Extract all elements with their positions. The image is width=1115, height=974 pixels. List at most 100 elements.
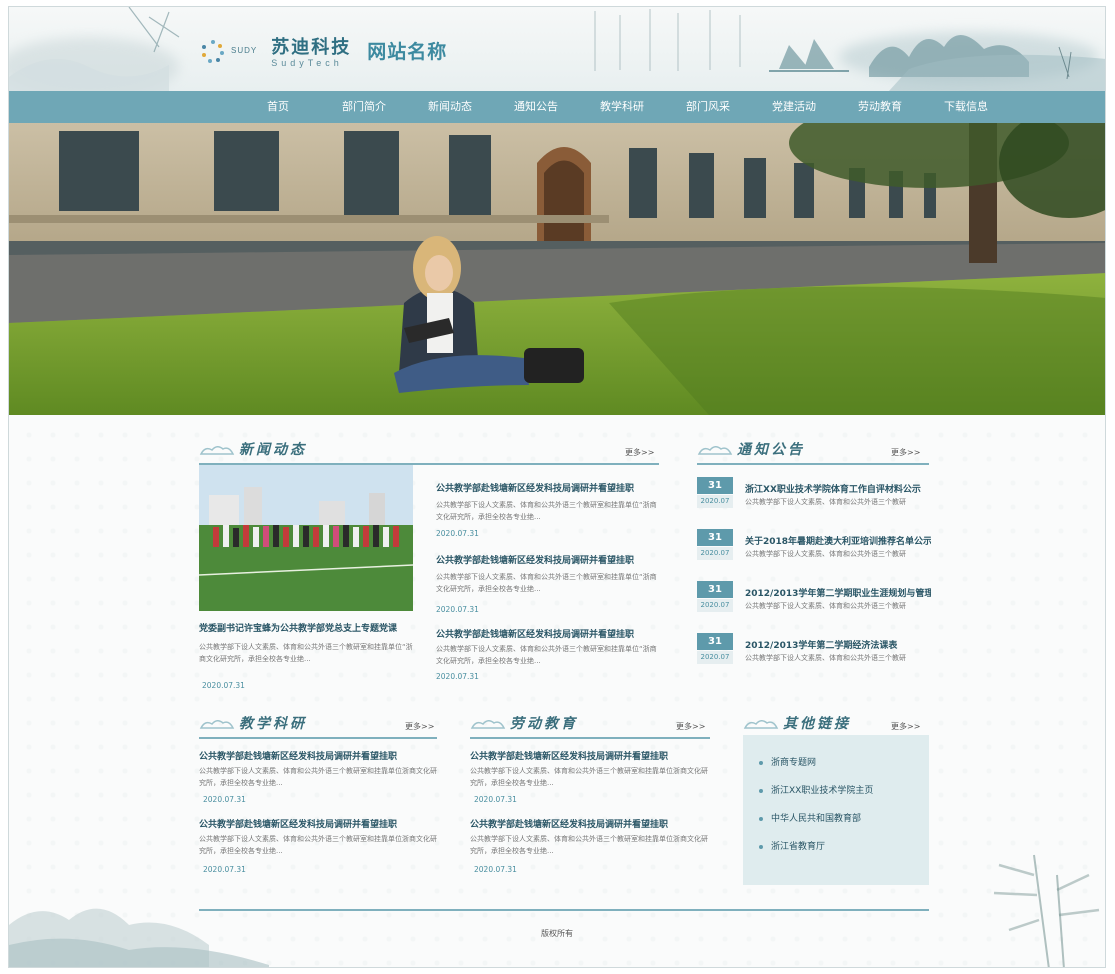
main-nav: 首页 部门简介 新闻动态 通知公告 教学科研 部门风采 党建活动 劳动教育 下载… bbox=[9, 91, 1105, 123]
teaching-item-date: 2020.07.31 bbox=[203, 795, 246, 804]
notice-item-desc: 公共教学部下设人文素质、体育和公共外语三个教研 bbox=[745, 602, 906, 610]
external-link[interactable]: 浙江省教育厅 bbox=[759, 833, 929, 861]
notice-month-label: 2020.07 bbox=[697, 547, 733, 560]
nav-item-labor[interactable]: 劳动教育 bbox=[837, 91, 923, 123]
site-logo[interactable]: SUDY 苏迪科技 SudyTech 网站名称 bbox=[199, 33, 447, 68]
news-item-title[interactable]: 公共教学部赴钱塘新区经发科技局调研并看望挂职 bbox=[436, 553, 658, 566]
teaching-item-desc: 公共教学部下设人文素质、体育和公共外语三个教研室和挂靠单位浙商文化研究所，承担全… bbox=[199, 835, 437, 855]
notice-month-label: 2020.07 bbox=[697, 651, 733, 664]
news-more-link[interactable]: 更多>> bbox=[625, 447, 654, 458]
external-link[interactable]: 浙商专题网 bbox=[759, 749, 929, 777]
news-lead-date: 2020.07.31 bbox=[202, 681, 245, 690]
banner-campus-image bbox=[9, 123, 1105, 415]
teaching-divider bbox=[199, 737, 437, 739]
labor-item-title[interactable]: 公共教学部赴钱塘新区经发科技局调研并看望挂职 bbox=[470, 817, 710, 830]
nav-item-download[interactable]: 下载信息 bbox=[923, 91, 1009, 123]
notice-divider bbox=[697, 463, 929, 465]
logo-cn-text: 苏迪科技 bbox=[271, 37, 352, 58]
news-item-date: 2020.07.31 bbox=[436, 605, 479, 614]
nav-item-about[interactable]: 部门简介 bbox=[321, 91, 407, 123]
content-area: 新闻动态 更多>> 党委副书记许宝蜂为公共教学部党总支上专题党课 公共教学部下设… bbox=[9, 415, 1105, 967]
news-item-desc: 公共教学部下设人文素质、体育和公共外语三个教研室和挂靠单位“浙商文化研究所，承担… bbox=[436, 573, 657, 593]
copyright-text: 版权所有 bbox=[541, 929, 573, 938]
labor-title-text: 劳动教育 bbox=[510, 716, 578, 732]
news-item-desc: 公共教学部下设人文素质、体育和公共外语三个教研室和挂靠单位“浙商文化研究所，承担… bbox=[436, 645, 657, 665]
logo-en-text: SudyTech bbox=[271, 58, 343, 68]
nav-item-party[interactable]: 党建活动 bbox=[751, 91, 837, 123]
header-ink-landscape bbox=[9, 7, 1105, 91]
teaching-item-title[interactable]: 公共教学部赴钱塘新区经发科技局调研并看望挂职 bbox=[199, 749, 439, 762]
notice-item-title[interactable]: 2012/2013学年第二学期职业生涯规划与管理 bbox=[745, 586, 931, 599]
teaching-more-link[interactable]: 更多>> bbox=[405, 721, 434, 732]
news-lead-title[interactable]: 党委副书记许宝蜂为公共教学部党总支上专题党课 bbox=[199, 621, 413, 634]
notice-month-label: 2020.07 bbox=[697, 495, 733, 508]
notice-day-badge: 31 bbox=[697, 581, 733, 598]
external-link-label: 浙商专题网 bbox=[771, 758, 817, 768]
notice-more-link[interactable]: 更多>> bbox=[891, 447, 920, 458]
footer-divider bbox=[199, 909, 929, 911]
news-item-title[interactable]: 公共教学部赴钱塘新区经发科技局调研并看望挂职 bbox=[436, 627, 658, 640]
news-item-date: 2020.07.31 bbox=[436, 672, 479, 681]
nav-item-gallery[interactable]: 部门风采 bbox=[665, 91, 751, 123]
bullet-icon bbox=[759, 789, 763, 793]
notice-month-label: 2020.07 bbox=[697, 599, 733, 612]
links-title-text: 其他链接 bbox=[783, 716, 851, 732]
site-header: SUDY 苏迪科技 SudyTech 网站名称 bbox=[9, 7, 1105, 91]
news-title-text: 新闻动态 bbox=[239, 442, 307, 458]
notice-item-title[interactable]: 关于2018年暑期赴澳大利亚培训推荐名单公示 bbox=[745, 534, 931, 547]
labor-item-date: 2020.07.31 bbox=[474, 795, 517, 804]
bullet-icon bbox=[759, 845, 763, 849]
bullet-icon bbox=[759, 761, 763, 765]
nav-item-news[interactable]: 新闻动态 bbox=[407, 91, 493, 123]
labor-item-desc: 公共教学部下设人文素质、体育和公共外语三个教研室和挂靠单位浙商文化研究所，承担全… bbox=[470, 835, 708, 855]
news-lead-image[interactable] bbox=[199, 465, 413, 611]
links-section-title: 其他链接 bbox=[743, 711, 851, 735]
nav-item-home[interactable]: 首页 bbox=[235, 91, 321, 123]
notice-item-title[interactable]: 浙江XX职业技术学院体育工作自评材料公示 bbox=[745, 482, 931, 495]
cloud-ornament-icon bbox=[470, 716, 506, 730]
teaching-item-date: 2020.07.31 bbox=[203, 865, 246, 874]
external-link-label: 中华人民共和国教育部 bbox=[771, 814, 862, 824]
logo-mark-text: SUDY bbox=[231, 46, 258, 55]
footer-mountain-ink bbox=[9, 908, 269, 967]
external-link-label: 浙江XX职业技术学院主页 bbox=[771, 786, 874, 796]
news-item-date: 2020.07.31 bbox=[436, 529, 479, 538]
labor-item-date: 2020.07.31 bbox=[474, 865, 517, 874]
links-more-link[interactable]: 更多>> bbox=[891, 721, 920, 732]
site-name: 网站名称 bbox=[367, 41, 448, 63]
notice-day-badge: 31 bbox=[697, 477, 733, 494]
teaching-item-title[interactable]: 公共教学部赴钱塘新区经发科技局调研并看望挂职 bbox=[199, 817, 439, 830]
notice-section-title: 通知公告 bbox=[697, 437, 805, 461]
news-item-title[interactable]: 公共教学部赴钱塘新区经发科技局调研并看望挂职 bbox=[436, 481, 658, 494]
nav-item-notice[interactable]: 通知公告 bbox=[493, 91, 579, 123]
nav-item-teaching[interactable]: 教学科研 bbox=[579, 91, 665, 123]
logo-name: 苏迪科技 SudyTech bbox=[271, 33, 351, 68]
cloud-ornament-icon bbox=[697, 442, 733, 456]
labor-section-title: 劳动教育 bbox=[470, 711, 578, 735]
page-frame: SUDY 苏迪科技 SudyTech 网站名称 首页 部门简介 新闻动态 通知公… bbox=[8, 6, 1106, 968]
cloud-ornament-icon bbox=[199, 442, 235, 456]
labor-divider bbox=[470, 737, 710, 739]
cloud-ornament-icon bbox=[743, 716, 779, 730]
news-section-title: 新闻动态 bbox=[199, 437, 307, 461]
news-lead-desc: 公共教学部下设人文素质、体育和公共外语三个教研室和挂靠单位“浙商文化研究所，承担… bbox=[199, 643, 413, 663]
external-link[interactable]: 浙江XX职业技术学院主页 bbox=[759, 777, 929, 805]
notice-day-badge: 31 bbox=[697, 529, 733, 546]
logo-dots-icon bbox=[199, 38, 225, 64]
hero-banner[interactable] bbox=[9, 123, 1105, 415]
cloud-ornament-icon bbox=[199, 716, 235, 730]
links-box: 浙商专题网 浙江XX职业技术学院主页 中华人民共和国教育部 浙江省教育厅 bbox=[743, 735, 929, 885]
labor-item-title[interactable]: 公共教学部赴钱塘新区经发科技局调研并看望挂职 bbox=[470, 749, 710, 762]
bullet-icon bbox=[759, 817, 763, 821]
notice-item-title[interactable]: 2012/2013学年第二学期经济法课表 bbox=[745, 638, 931, 651]
notice-item-desc: 公共教学部下设人文素质、体育和公共外语三个教研 bbox=[745, 498, 906, 506]
labor-more-link[interactable]: 更多>> bbox=[676, 721, 705, 732]
notice-title-text: 通知公告 bbox=[737, 442, 805, 458]
external-link[interactable]: 中华人民共和国教育部 bbox=[759, 805, 929, 833]
notice-item-desc: 公共教学部下设人文素质、体育和公共外语三个教研 bbox=[745, 654, 906, 662]
external-link-label: 浙江省教育厅 bbox=[771, 842, 826, 852]
teaching-section-title: 教学科研 bbox=[199, 711, 307, 735]
teaching-item-desc: 公共教学部下设人文素质、体育和公共外语三个教研室和挂靠单位浙商文化研究所，承担全… bbox=[199, 767, 437, 787]
labor-item-desc: 公共教学部下设人文素质、体育和公共外语三个教研室和挂靠单位浙商文化研究所，承担全… bbox=[470, 767, 708, 787]
notice-item-desc: 公共教学部下设人文素质、体育和公共外语三个教研 bbox=[745, 550, 906, 558]
